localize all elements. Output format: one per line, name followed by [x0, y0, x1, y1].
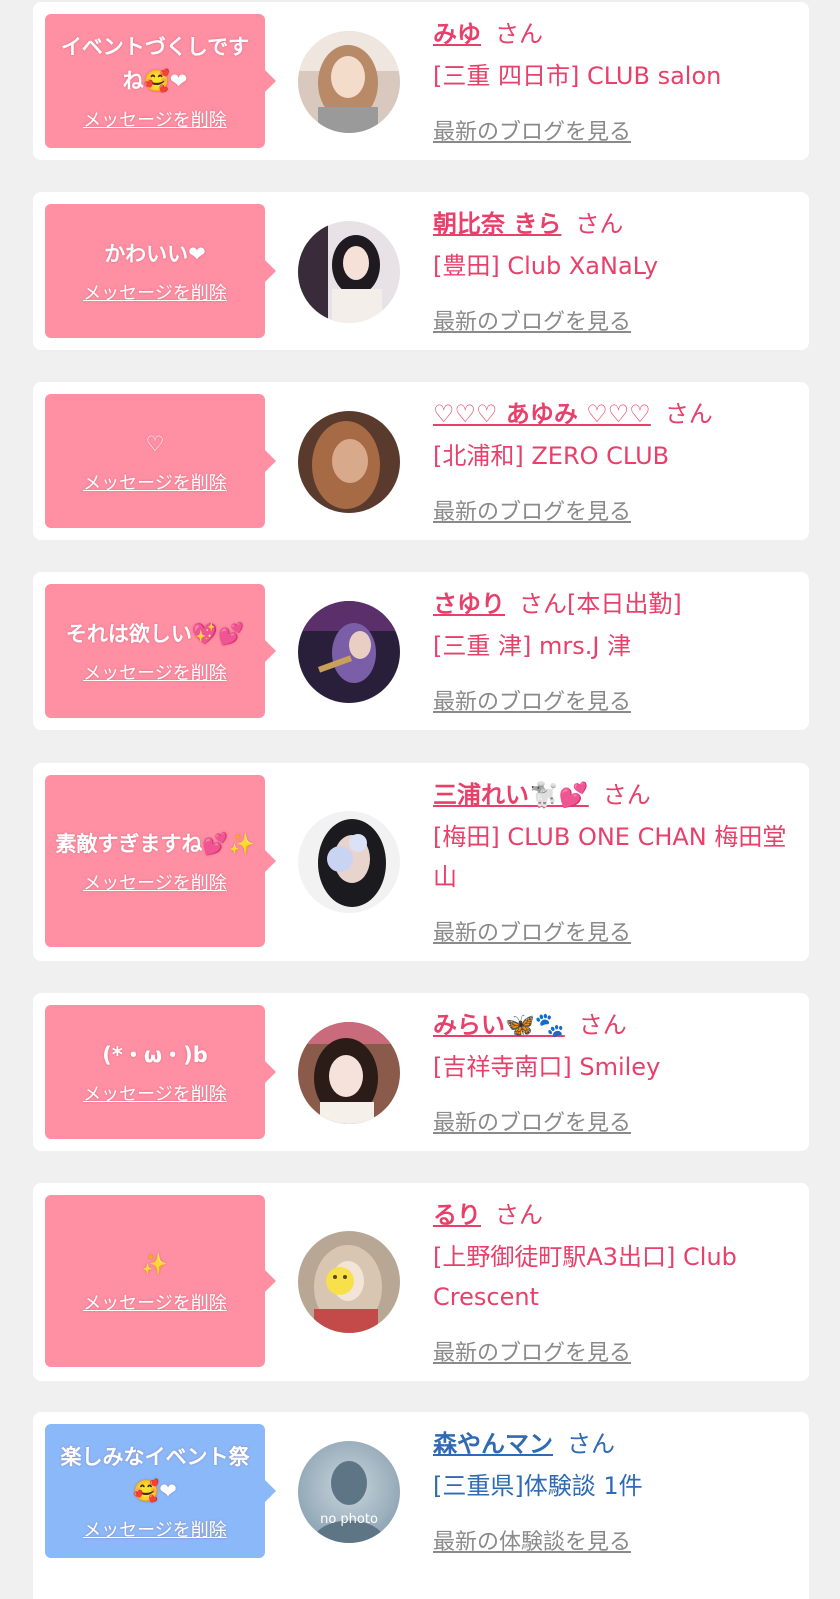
sender-info: ♡♡♡ あゆみ ♡♡♡ さん [北浦和] ZERO CLUB 最新のブログを見る	[433, 396, 795, 526]
message-card: かわいい❤ メッセージを削除 朝比奈 きら さん [豊田] Club XaNaLy…	[33, 192, 809, 350]
latest-review-link[interactable]: 最新の体験談を見る	[433, 1524, 631, 1556]
sender-name-link[interactable]: 朝比奈 きら	[433, 210, 561, 238]
sender-name-link[interactable]: 三浦れい🐩💕	[433, 781, 589, 809]
message-text: (*・ω・)b	[102, 1043, 208, 1067]
message-bubble: 素敵すぎますね💕✨ メッセージを削除	[45, 775, 276, 947]
honorific: さん	[495, 1201, 543, 1229]
latest-blog-link[interactable]: 最新のブログを見る	[433, 684, 631, 716]
message-card: 楽しみなイベント祭🥰❤ メッセージを削除 no photo 森やんマン さん […	[33, 1412, 809, 1599]
delete-message-link[interactable]: メッセージを削除	[83, 1289, 227, 1315]
message-text: イベントづくしですね🥰❤	[60, 35, 250, 93]
avatar[interactable]	[298, 811, 400, 913]
honorific: さん[本日出勤]	[519, 590, 682, 618]
message-card: ✨ メッセージを削除 るり さん [上野御徒町駅A3出口] Club Cresce…	[33, 1183, 809, 1381]
shop-name: [梅田] CLUB ONE CHAN 梅田堂山	[433, 823, 787, 891]
shop-name: [豊田] Club XaNaLy	[433, 252, 659, 280]
latest-blog-link[interactable]: 最新のブログを見る	[433, 114, 631, 146]
message-text: かわいい❤	[104, 242, 206, 266]
avatar[interactable]	[298, 221, 400, 323]
avatar[interactable]	[298, 1231, 400, 1333]
no-photo-avatar[interactable]: no photo	[298, 1441, 400, 1543]
message-text: それは欲しい💖💕	[65, 622, 245, 646]
delete-message-link[interactable]: メッセージを削除	[83, 279, 227, 305]
delete-message-link[interactable]: メッセージを削除	[83, 106, 227, 132]
avatar[interactable]	[298, 411, 400, 513]
shop-name: [三重 津] mrs.J 津	[433, 632, 632, 660]
message-bubble: それは欲しい💖💕 メッセージを削除	[45, 584, 276, 718]
sender-info: 三浦れい🐩💕 さん [梅田] CLUB ONE CHAN 梅田堂山 最新のブログを…	[433, 777, 795, 947]
message-list: イベントづくしですね🥰❤ メッセージを削除 みゆ さん [三重 四日市] CLUB…	[0, 0, 840, 1599]
message-bubble: 楽しみなイベント祭🥰❤ メッセージを削除	[45, 1424, 276, 1558]
message-text: 素敵すぎますね💕✨	[55, 832, 255, 856]
honorific: さん	[578, 1011, 627, 1039]
avatar[interactable]	[298, 601, 400, 703]
message-card: イベントづくしですね🥰❤ メッセージを削除 みゆ さん [三重 四日市] CLUB…	[33, 2, 809, 160]
message-card: (*・ω・)b メッセージを削除 みらい🦋🐾 さん [吉祥寺南口] Smiley …	[33, 993, 809, 1151]
sender-info: るり さん [上野御徒町駅A3出口] Club Crescent 最新のブログを見…	[433, 1197, 795, 1367]
shop-name: [上野御徒町駅A3出口] Club Crescent	[433, 1243, 737, 1311]
message-card: 素敵すぎますね💕✨ メッセージを削除 三浦れい🐩💕 さん [梅田] CLUB ON…	[33, 763, 809, 961]
message-bubble: かわいい❤ メッセージを削除	[45, 204, 276, 338]
message-bubble: (*・ω・)b メッセージを削除	[45, 1005, 276, 1139]
honorific: さん	[602, 781, 651, 809]
sender-name-link[interactable]: 森やんマン	[433, 1430, 553, 1458]
message-bubble: イベントづくしですね🥰❤ メッセージを削除	[45, 14, 276, 148]
delete-message-link[interactable]: メッセージを削除	[83, 869, 227, 895]
no-photo-label: no photo	[320, 1512, 378, 1527]
sender-name-link[interactable]: みゆ	[433, 20, 481, 48]
message-bubble: ♡ メッセージを削除	[45, 394, 276, 528]
message-card: ♡ メッセージを削除 ♡♡♡ あゆみ ♡♡♡ さん [北浦和] ZERO CLUB…	[33, 382, 809, 540]
sender-name-link[interactable]: みらい🦋🐾	[433, 1011, 565, 1039]
sender-info: さゆり さん[本日出勤] [三重 津] mrs.J 津 最新のブログを見る	[433, 586, 795, 716]
honorific: さん	[495, 20, 543, 48]
latest-blog-link[interactable]: 最新のブログを見る	[433, 1105, 631, 1137]
delete-message-link[interactable]: メッセージを削除	[83, 469, 227, 495]
latest-blog-link[interactable]: 最新のブログを見る	[433, 494, 631, 526]
sender-info: 朝比奈 きら さん [豊田] Club XaNaLy 最新のブログを見る	[433, 206, 795, 336]
honorific: さん	[664, 400, 713, 428]
sender-info: みゆ さん [三重 四日市] CLUB salon 最新のブログを見る	[433, 16, 795, 146]
shop-name: [三重県]体験談 1件	[433, 1472, 643, 1500]
sender-name-link[interactable]: さゆり	[433, 590, 505, 618]
message-text: ✨	[141, 1252, 169, 1276]
avatar[interactable]	[298, 1022, 400, 1124]
message-text: 楽しみなイベント祭🥰❤	[60, 1445, 250, 1503]
avatar[interactable]	[298, 31, 400, 133]
message-text: ♡	[145, 432, 165, 456]
delete-message-link[interactable]: メッセージを削除	[83, 659, 227, 685]
latest-blog-link[interactable]: 最新のブログを見る	[433, 915, 631, 947]
message-card: それは欲しい💖💕 メッセージを削除 さゆり さん[本日出勤] [三重 津] mrs…	[33, 572, 809, 730]
delete-message-link[interactable]: メッセージを削除	[83, 1516, 227, 1542]
honorific: さん	[575, 210, 624, 238]
message-bubble: ✨ メッセージを削除	[45, 1195, 276, 1367]
sender-info: 森やんマン さん [三重県]体験談 1件 最新の体験談を見る	[433, 1426, 795, 1556]
shop-name: [吉祥寺南口] Smiley	[433, 1053, 661, 1081]
shop-name: [三重 四日市] CLUB salon	[433, 62, 722, 90]
latest-blog-link[interactable]: 最新のブログを見る	[433, 304, 631, 336]
sender-name-link[interactable]: るり	[433, 1201, 481, 1229]
shop-name: [北浦和] ZERO CLUB	[433, 442, 670, 470]
latest-blog-link[interactable]: 最新のブログを見る	[433, 1335, 631, 1367]
honorific: さん	[567, 1430, 615, 1458]
sender-info: みらい🦋🐾 さん [吉祥寺南口] Smiley 最新のブログを見る	[433, 1007, 795, 1137]
sender-name-link[interactable]: ♡♡♡ あゆみ ♡♡♡	[433, 400, 651, 428]
delete-message-link[interactable]: メッセージを削除	[83, 1080, 227, 1106]
